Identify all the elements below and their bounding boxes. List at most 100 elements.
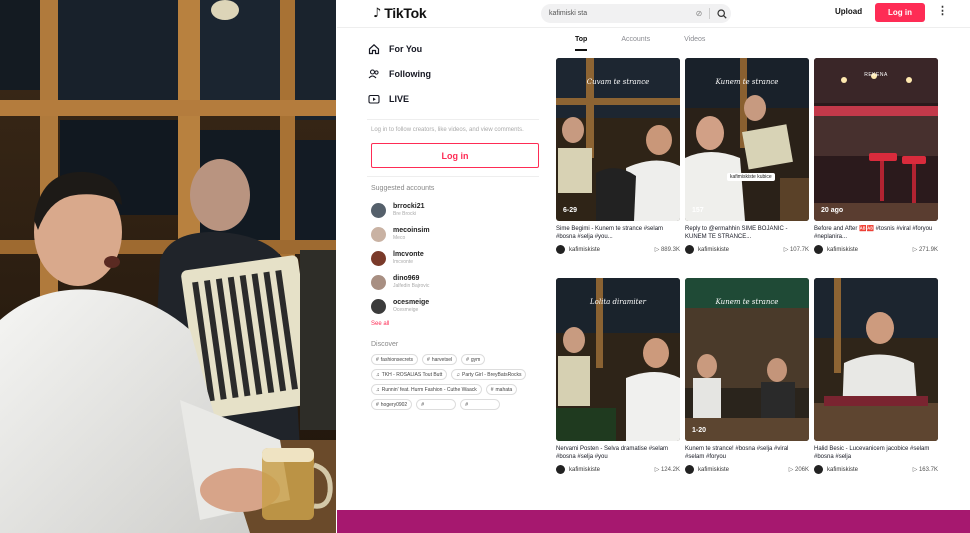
discover-tag[interactable]: ♫ Runnin' feat. Hurm Fashion - Cuthe Waac…: [371, 384, 482, 395]
video-description[interactable]: Before and After 🆎🆎 #tosnis #viral #fory…: [814, 225, 938, 241]
play-count-value: 206K: [794, 467, 809, 473]
discover-tag[interactable]: ♫ TKH - ROSALIAS Tout Butt: [371, 369, 448, 380]
avatar[interactable]: [814, 465, 823, 474]
tag-label: TKH - ROSALIAS Tout Butt: [381, 371, 443, 378]
account-nickname: Meco: [393, 235, 406, 241]
video-card[interactable]: Lolita diramiter Nervami Posten - Selva …: [556, 278, 680, 474]
sidebar-login-button[interactable]: Log in: [371, 143, 539, 168]
sidebar-divider: [367, 176, 539, 177]
discover-tag[interactable]: # fashionsecrets: [371, 354, 419, 365]
video-author[interactable]: kafimiskiste: [827, 467, 909, 473]
account-name: ocesmeige: [393, 299, 430, 306]
discover-tag[interactable]: #: [416, 399, 457, 410]
video-thumbnail[interactable]: [814, 278, 938, 441]
top-navbar: ♪ TikTok kafimiski sta ⊘ Upload Log in ⋮: [337, 0, 970, 28]
account-nickname: lmcvonte: [393, 259, 414, 265]
hashtag-icon: #: [376, 401, 379, 408]
video-meta: kafimiskiste ▷ 271.9K: [814, 245, 938, 254]
search-divider: [709, 8, 710, 19]
video-card[interactable]: Kunem te strance 1-20 Kunem te strance! …: [685, 278, 809, 474]
video-overlay-title: Cuvam te strance: [586, 78, 650, 86]
suggested-account[interactable]: ocesmeige Ocesmeige: [367, 294, 547, 318]
search-bar[interactable]: kafimiski sta ⊘: [541, 4, 731, 23]
video-author[interactable]: kafimiskiste: [827, 247, 909, 253]
play-count: ▷ 889.3K: [654, 247, 680, 253]
more-menu-icon[interactable]: ⋮: [937, 4, 948, 17]
see-all-link[interactable]: See all: [371, 321, 547, 327]
video-overlay-title: Kunem te strance: [715, 298, 779, 306]
account-name: mecoinsim: [393, 227, 430, 234]
video-card[interactable]: Cuvam te strance 6-29 Sime Begimi - Kune…: [556, 58, 680, 254]
video-description[interactable]: Kunem te strance! #bosna #selja #viral #…: [685, 445, 809, 461]
video-card[interactable]: Kunem te strance kafimiskiste kubice 157…: [685, 58, 809, 254]
play-count-value: 889.3K: [660, 247, 680, 253]
tab-accounts[interactable]: Accounts: [621, 36, 650, 51]
tag-label: Party Girl - BreyBatsRocks: [462, 371, 522, 378]
upload-link[interactable]: Upload: [835, 7, 862, 16]
avatar[interactable]: [685, 245, 694, 254]
video-description[interactable]: Nervami Posten - Selva dramatise #selam …: [556, 445, 680, 461]
video-overlay-title: Kunem te strance: [715, 78, 779, 86]
search-input[interactable]: kafimiski sta: [549, 10, 692, 17]
avatar[interactable]: [556, 245, 565, 254]
discover-tag[interactable]: ♫ Party Girl - BreyBatsRocks: [451, 369, 527, 380]
tag-label: Runnin' feat. Hurm Fashion - Cuthe Waack: [381, 386, 477, 393]
discover-tag[interactable]: # gym: [461, 354, 486, 365]
login-button[interactable]: Log in: [875, 3, 925, 22]
sidebar-item-for-you[interactable]: For You: [367, 36, 547, 61]
suggested-account[interactable]: mecoinsim Meco: [367, 222, 547, 246]
tiktok-logo[interactable]: ♪ TikTok: [373, 5, 427, 21]
video-description[interactable]: Halid Besic - Lucevanicem jacobice #sela…: [814, 445, 938, 461]
video-thumbnail[interactable]: Lolita diramiter: [556, 278, 680, 441]
tag-label: fashionsecrets: [380, 356, 414, 363]
discover-tag[interactable]: # mahata: [485, 384, 518, 395]
video-meta: kafimiskiste ▷ 889.3K: [556, 245, 680, 254]
search-icon[interactable]: [713, 4, 731, 23]
play-count: ▷ 271.9K: [912, 247, 938, 253]
sidebar-item-live[interactable]: LIVE: [367, 86, 547, 111]
discover-tag[interactable]: #: [460, 399, 501, 410]
tab-videos[interactable]: Videos: [684, 36, 705, 51]
account-name: lmcvonte: [393, 251, 424, 258]
account-name: dino969: [393, 275, 420, 282]
sidebar-item-following[interactable]: Following: [367, 61, 547, 86]
video-author[interactable]: kafimiskiste: [569, 247, 651, 253]
suggested-account[interactable]: lmcvonte lmcvonte: [367, 246, 547, 270]
suggested-account[interactable]: brrocki21 Bre Brocki: [367, 198, 547, 222]
clear-search-icon[interactable]: ⊘: [692, 9, 706, 18]
discover-tag[interactable]: # hogery0902: [371, 399, 413, 410]
video-duration: 6-29: [563, 207, 578, 214]
play-count-value: 271.9K: [918, 247, 938, 253]
video-description[interactable]: Reply to @ermahhin SIME BOJANIC - KUNEM …: [685, 225, 809, 241]
discover-tags: # fashionsecrets # harvetsel # gym ♫ TKH - R…: [367, 354, 542, 410]
play-count-value: 107.7K: [789, 247, 809, 253]
avatar[interactable]: [685, 465, 694, 474]
account-nickname: Jalfedin Bajrovic: [393, 283, 430, 289]
video-thumbnail[interactable]: Cuvam te strance 6-29: [556, 58, 680, 221]
avatar[interactable]: [814, 245, 823, 254]
screenshot-root: ♪ TikTok kafimiski sta ⊘ Upload Log in ⋮…: [0, 0, 970, 533]
video-description[interactable]: Sime Begimi - Kunem te strance #selam #b…: [556, 225, 680, 241]
video-author[interactable]: kafimiskiste: [698, 247, 780, 253]
video-thumbnail[interactable]: REKENA 20 ago: [814, 58, 938, 221]
hashtag-icon: #: [490, 386, 494, 393]
video-overlay-caption: kafimiskiste kubice: [727, 173, 775, 181]
hashtag-icon: #: [376, 356, 379, 363]
video-meta: kafimiskiste ▷ 124.2K: [556, 465, 680, 474]
tab-top[interactable]: Top: [575, 36, 588, 51]
suggested-accounts-title: Suggested accounts: [371, 185, 435, 192]
suggested-account[interactable]: dino969 Jalfedin Bajrovic: [367, 270, 547, 294]
video-thumbnail[interactable]: Kunem te strance kafimiskiste kubice 157: [685, 58, 809, 221]
people-icon: [367, 67, 381, 81]
video-card[interactable]: Halid Besic - Lucevanicem jacobice #sela…: [814, 278, 938, 474]
hashtag-icon: #: [466, 356, 469, 363]
video-card[interactable]: REKENA 20 ago Before and After 🆎🆎 #tosni…: [814, 58, 938, 254]
video-author[interactable]: kafimiskiste: [569, 467, 651, 473]
tiktok-search-page: ♪ TikTok kafimiski sta ⊘ Upload Log in ⋮…: [337, 0, 970, 510]
discover-tag[interactable]: # harvetsel: [422, 354, 458, 365]
account-name: brrocki21: [393, 203, 425, 210]
video-author[interactable]: kafimiskiste: [698, 467, 785, 473]
play-count: ▷ 163.7K: [912, 467, 938, 473]
video-thumbnail[interactable]: Kunem te strance 1-20: [685, 278, 809, 441]
avatar[interactable]: [556, 465, 565, 474]
